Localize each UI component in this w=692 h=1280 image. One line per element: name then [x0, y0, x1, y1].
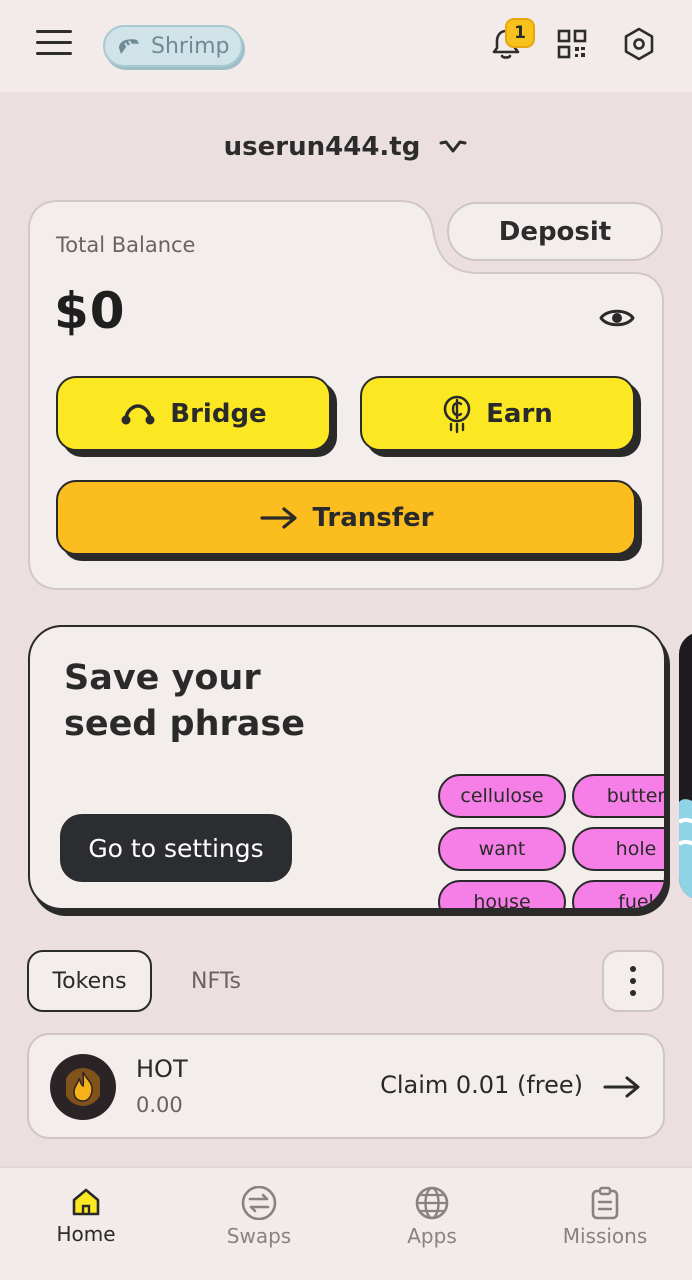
account-name: userun444.tg — [223, 132, 421, 162]
menu-icon[interactable] — [36, 30, 72, 60]
nav-missions[interactable]: Missions — [535, 1186, 675, 1248]
deposit-button[interactable]: Deposit — [447, 202, 663, 261]
globe-icon — [415, 1186, 449, 1220]
tier-chip[interactable]: Shrimp — [103, 25, 243, 67]
nav-home[interactable]: Home — [16, 1186, 156, 1246]
seed-word: house — [438, 880, 566, 908]
token-row[interactable]: HOT 0.00 Claim 0.01 (free) — [27, 1033, 665, 1139]
bridge-icon — [121, 403, 155, 424]
nav-missions-label: Missions — [562, 1224, 648, 1248]
qr-code-icon — [557, 29, 587, 59]
token-logo — [50, 1054, 116, 1120]
account-selector[interactable]: userun444.tg — [0, 125, 692, 169]
transfer-label: Transfer — [312, 502, 434, 533]
seed-card-title-line1: Save your — [64, 658, 261, 698]
bottom-nav: Home Swaps Apps Missions — [0, 1166, 692, 1280]
bridge-label: Bridge — [170, 398, 267, 429]
seed-card-title-line2: seed phrase — [64, 704, 305, 744]
home-icon — [72, 1188, 100, 1216]
earn-button[interactable]: Earn — [360, 376, 635, 451]
more-vertical-icon — [630, 966, 636, 972]
seed-word: cellulose — [438, 774, 566, 818]
top-bar: Shrimp 1 — [0, 0, 692, 92]
chevron-down-icon — [439, 140, 467, 153]
nav-swaps[interactable]: Swaps — [189, 1186, 329, 1248]
nav-home-label: Home — [56, 1222, 116, 1246]
seed-word: fuel — [572, 880, 664, 908]
seed-phrase-card: Save your seed phrase Go to settings cel… — [28, 625, 666, 910]
token-symbol: HOT — [136, 1055, 188, 1083]
seed-word: butter — [572, 774, 664, 818]
claim-action[interactable]: Claim 0.01 (free) — [380, 1071, 583, 1099]
seed-card-title: Save your seed phrase — [64, 655, 305, 747]
qr-code-button[interactable] — [552, 24, 592, 64]
tab-nfts[interactable]: NFTs — [166, 950, 266, 1012]
seed-word: hole — [572, 827, 664, 871]
notification-badge: 1 — [505, 18, 535, 48]
transfer-button[interactable]: Transfer — [56, 480, 636, 555]
fire-icon — [66, 1068, 100, 1106]
seed-word: want — [438, 827, 566, 871]
earn-label: Earn — [486, 398, 553, 429]
nav-apps[interactable]: Apps — [362, 1186, 502, 1248]
coin-icon — [443, 395, 471, 433]
settings-icon — [624, 27, 654, 61]
wave-image — [679, 799, 692, 900]
more-vertical-icon — [630, 978, 636, 984]
tab-tokens[interactable]: Tokens — [27, 950, 152, 1012]
clipboard-icon — [591, 1186, 619, 1220]
token-amount: 0.00 — [136, 1093, 183, 1117]
more-options-button[interactable] — [602, 950, 664, 1012]
total-balance-label: Total Balance — [56, 233, 196, 257]
toggle-visibility-button[interactable] — [597, 300, 637, 336]
tier-chip-label: Shrimp — [151, 33, 230, 59]
shrimp-icon — [119, 39, 139, 54]
arrow-right-icon — [259, 506, 297, 529]
settings-button[interactable] — [619, 24, 659, 64]
next-promo-card[interactable] — [679, 632, 692, 900]
swap-icon — [241, 1186, 277, 1220]
total-balance-value: $0 — [54, 282, 126, 340]
nav-swaps-label: Swaps — [226, 1224, 292, 1248]
go-to-settings-button[interactable]: Go to settings — [60, 814, 292, 882]
eye-icon — [599, 309, 635, 327]
arrow-right-icon — [603, 1076, 640, 1098]
bridge-button[interactable]: Bridge — [56, 376, 331, 451]
more-vertical-icon — [630, 990, 636, 996]
nav-apps-label: Apps — [407, 1224, 457, 1248]
